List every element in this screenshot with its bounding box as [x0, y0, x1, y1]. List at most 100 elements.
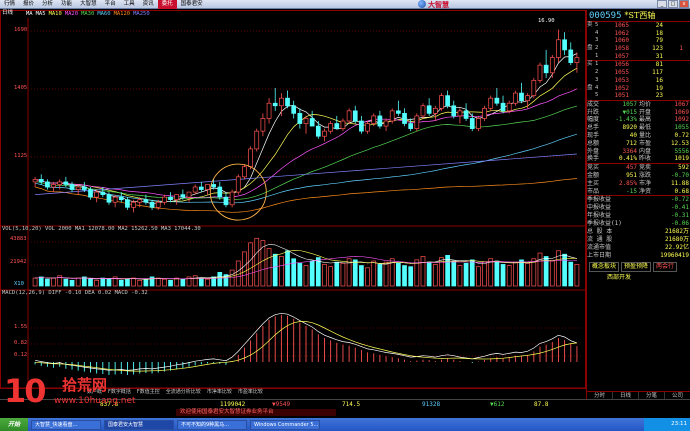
indicator-tab[interactable]: 数户概 — [84, 388, 105, 396]
menu-item[interactable]: 工具 — [120, 0, 139, 9]
volume-bar — [100, 277, 106, 287]
ma250-line — [35, 153, 577, 195]
candle-body — [494, 97, 500, 104]
candle-body — [248, 148, 253, 168]
start-button[interactable]: 开始 — [0, 418, 28, 431]
kline-chart[interactable] — [0, 10, 586, 400]
stat-label: 现手 — [587, 132, 600, 140]
candle-body — [235, 176, 241, 193]
order-price: 1052 — [614, 84, 629, 92]
volume-bar — [451, 260, 457, 287]
concept-button[interactable]: 概念板块 — [589, 262, 620, 273]
taskbar-task[interactable]: 不可不知的9种黑马... — [177, 419, 247, 430]
candle-body — [476, 118, 481, 129]
candle-body — [420, 105, 426, 117]
candle-body — [334, 123, 340, 129]
order-change — [663, 61, 683, 69]
stat-value: ▼015 — [622, 108, 637, 116]
menu-item[interactable]: 行情 — [0, 0, 19, 9]
menu-item[interactable]: 国泰君安 — [177, 0, 207, 9]
order-row: 卖 5 1065 24 — [587, 22, 690, 30]
price-axis-low: 1125 — [14, 153, 28, 159]
stat-row: 主买 2.85% 市净 11.88 — [587, 180, 690, 188]
menu-item[interactable]: 委托 — [157, 0, 177, 9]
volume-bar — [94, 279, 100, 287]
stat-value: 40 — [629, 132, 637, 140]
order-volume: 18 — [655, 29, 663, 37]
candle-body — [568, 49, 574, 63]
order-side: 买 — [587, 61, 593, 68]
menu-item[interactable]: 平台 — [101, 0, 120, 9]
volume-bar — [69, 279, 75, 287]
volume-bar — [531, 258, 537, 287]
minimize-button[interactable]: _ — [657, 0, 667, 8]
stat-value: 712 — [626, 139, 637, 147]
candle-body — [457, 110, 463, 117]
ma-legend-item: MA60 — [97, 11, 111, 17]
stat-row: 市品 -15 净资 0.68 — [587, 188, 690, 196]
concept-button[interactable]: 两会行 — [653, 262, 678, 273]
volume-bar — [162, 278, 167, 287]
order-volume: 123 — [652, 45, 663, 53]
taskbar-task[interactable]: Windows Commander 5... — [250, 419, 320, 430]
concept-button[interactable]: 预盈预降 — [621, 262, 652, 273]
indicator-tab[interactable]: F数值主控 — [134, 388, 163, 396]
maximize-button[interactable]: □ — [668, 0, 678, 8]
volume-bar — [309, 260, 315, 287]
ticker-value: 837.8 — [100, 401, 119, 408]
volume-bar — [432, 264, 438, 287]
candle-body — [389, 110, 395, 122]
price-axis-mid: 1405 — [14, 85, 28, 91]
volume-bar — [254, 237, 260, 287]
menu-item[interactable]: 资讯 — [139, 0, 158, 9]
order-side: 卖 — [587, 22, 593, 28]
menu-item[interactable]: 报价 — [19, 0, 38, 9]
stat-row: 换手 0.41% 昨收 1019 — [587, 155, 690, 163]
order-row: 盘 4 1052 19 — [587, 85, 690, 93]
volume-axis-top: 43883 — [10, 236, 27, 242]
indicator-tab[interactable]: 全流通分析比较 — [163, 388, 204, 396]
volume-bar — [106, 278, 112, 287]
menu-item[interactable]: 分析 — [38, 0, 57, 9]
menu-item[interactable]: 功能 — [57, 0, 76, 9]
candle-body — [309, 118, 315, 127]
taskbar-task[interactable]: 大智慧_快速看盘... — [31, 419, 101, 430]
volume-axis-mid: 21942 — [10, 259, 27, 265]
candle-body — [383, 120, 389, 127]
order-price: 1055 — [614, 69, 629, 77]
stat-label: 总手 — [587, 124, 600, 132]
chart-area[interactable]: 日线 MA MA5 MA10 MA20 MA30 MA60 MA120 MA250 1690 … — [0, 10, 586, 400]
candle-body — [402, 113, 407, 124]
sell-orders: 卖 5 1065 24 4 1062 18 3 1060 79 盘 2 1058 123 1 1 1057 31 — [587, 22, 690, 62]
menu-item[interactable]: 大智慧 — [76, 0, 101, 9]
candle-body — [168, 196, 173, 201]
volume-bar — [512, 261, 518, 287]
indicator-tab[interactable]: 市盈率比较 — [235, 388, 266, 396]
volume-bar — [198, 277, 204, 287]
macd-axis-top: 1.55 — [14, 324, 28, 330]
report-value: -0.31 — [670, 212, 689, 220]
auction-stats: 竞买 457 竞卖 592 金额 951 涨跌 -0.70 主买 2.85% 市净 11.88 市品 -1… — [587, 164, 690, 197]
volume-bar — [279, 256, 284, 287]
taskbar-task[interactable]: 国泰君安大智慧 — [104, 419, 174, 430]
candle-body — [463, 110, 469, 119]
volume-bar — [192, 275, 198, 287]
candle-body — [88, 189, 93, 198]
candle-body — [205, 184, 210, 190]
volume-bar — [488, 258, 494, 287]
volume-bar — [118, 279, 124, 287]
volume-bar — [457, 265, 463, 287]
volume-bar — [242, 251, 247, 287]
indicator-tabs: 数户概 F数字概括 F数值主控 全流通分析比较 市净率比较 市盈率比较 — [84, 388, 266, 396]
indicator-tab[interactable]: 市净率比较 — [204, 388, 235, 396]
candle-body — [94, 191, 100, 198]
close-button[interactable]: x — [679, 0, 689, 8]
volume-bar — [297, 262, 303, 287]
indicator-tab[interactable]: F数字概括 — [105, 388, 134, 396]
volume-bar — [248, 242, 253, 287]
ma-legend-item: MA10 — [48, 11, 62, 17]
candle-body — [38, 179, 44, 183]
order-volume: 19 — [655, 84, 663, 92]
order-row: 5 1051 23 — [587, 92, 690, 100]
stat-label: 昨收 — [639, 155, 652, 163]
